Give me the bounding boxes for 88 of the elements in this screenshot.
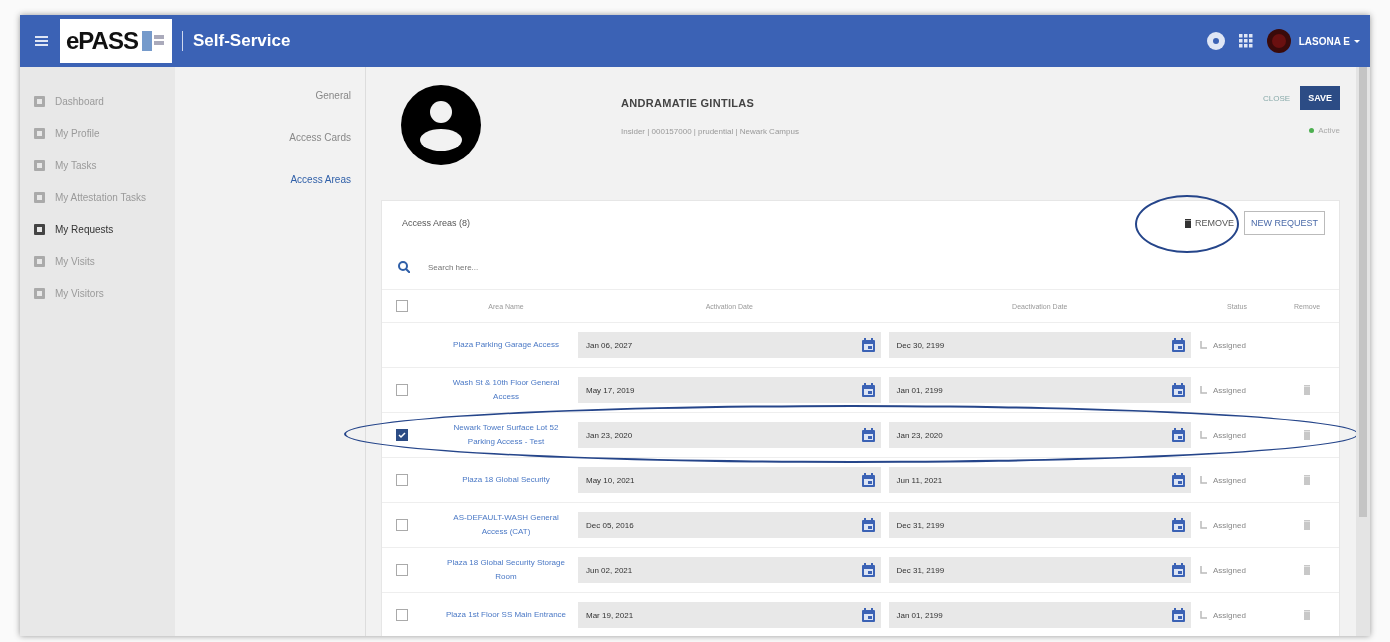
status-icon: [1199, 611, 1207, 619]
area-name-link[interactable]: Plaza 18 Global Security Storage Room: [442, 556, 570, 584]
row-checkbox[interactable]: [396, 384, 408, 396]
status-dot: [1309, 128, 1315, 133]
calendar-icon[interactable]: [1172, 608, 1185, 622]
search-icon: [398, 261, 410, 273]
person-name: ANDRAMATIE GINTILAS: [621, 97, 756, 109]
date-field[interactable]: May 10, 2021: [578, 467, 881, 493]
status-text: Assigned: [1213, 520, 1246, 530]
save-button[interactable]: SAVE: [1300, 86, 1340, 110]
logo: ePASS: [60, 19, 172, 63]
help-icon[interactable]: [1206, 32, 1225, 50]
status-text: Assigned: [1213, 430, 1246, 440]
row-checkbox[interactable]: [396, 429, 408, 441]
user-name[interactable]: LASONA E: [1298, 35, 1350, 47]
row-checkbox[interactable]: [396, 519, 408, 531]
remove-button[interactable]: REMOVE: [1178, 214, 1240, 232]
area-name-link[interactable]: AS-DEFAULT-WASH General Access (CAT): [442, 511, 570, 539]
calendar-icon[interactable]: [861, 428, 875, 442]
menu-item-icon: [34, 95, 45, 107]
person-details: Insider | 000157000 | prudential | Newark Campus: [621, 127, 799, 136]
menu-item-icon: [34, 159, 45, 171]
date-field[interactable]: Jun 02, 2021: [578, 557, 881, 583]
sidebar-item[interactable]: My Requests: [20, 213, 175, 245]
menu-item-icon: [34, 287, 45, 299]
trash-icon: [1184, 218, 1191, 228]
date-field[interactable]: Jan 06, 2027: [578, 332, 881, 358]
area-name-link[interactable]: Plaza 1st Floor SS Main Entrance: [442, 608, 570, 622]
row-checkbox[interactable]: [396, 609, 408, 621]
profile-tab[interactable]: General: [301, 89, 365, 131]
calendar-icon[interactable]: [861, 473, 875, 487]
app-title: Self-Service: [193, 31, 291, 51]
calendar-icon[interactable]: [1172, 518, 1185, 532]
date-field[interactable]: Dec 30, 2199: [888, 332, 1191, 358]
calendar-icon[interactable]: [861, 608, 875, 622]
status-icon: [1199, 386, 1207, 394]
status-icon: [1199, 476, 1207, 484]
menu-icon[interactable]: [35, 35, 48, 47]
calendar-icon[interactable]: [1172, 383, 1185, 397]
calendar-icon[interactable]: [861, 383, 875, 397]
date-field[interactable]: Dec 05, 2016: [578, 512, 881, 538]
new-request-button[interactable]: NEW REQUEST: [1244, 211, 1325, 235]
date-field[interactable]: Jan 01, 2199: [888, 377, 1191, 403]
section-title: Access Areas (8): [402, 218, 471, 228]
status-text: Assigned: [1213, 610, 1246, 620]
select-all-checkbox[interactable]: [396, 300, 408, 312]
status-text: Assigned: [1213, 475, 1246, 485]
row-checkbox[interactable]: [396, 474, 408, 486]
date-field[interactable]: Jan 23, 2020: [578, 422, 881, 448]
date-field[interactable]: Jan 01, 2199: [888, 602, 1191, 628]
menu-item-icon: [34, 191, 45, 203]
status-icon: [1199, 566, 1207, 574]
date-field[interactable]: Mar 19, 2021: [578, 602, 881, 628]
area-name-link[interactable]: Plaza 18 Global Security: [442, 473, 570, 487]
date-field[interactable]: Dec 31, 2199: [888, 512, 1191, 538]
calendar-icon[interactable]: [861, 563, 875, 577]
calendar-icon[interactable]: [861, 518, 875, 532]
status-text: Assigned: [1213, 565, 1246, 575]
profile-tab[interactable]: Access Cards: [275, 131, 365, 173]
status-label: Active: [1318, 126, 1340, 135]
status-text: Assigned: [1213, 385, 1246, 395]
calendar-icon[interactable]: [1172, 338, 1185, 352]
status-icon: [1199, 431, 1207, 439]
scrollbar[interactable]: [1356, 67, 1370, 636]
row-checkbox[interactable]: [396, 564, 408, 576]
calendar-icon[interactable]: [1172, 428, 1185, 442]
calendar-icon[interactable]: [1172, 473, 1185, 487]
logo-mark-icon: [141, 29, 164, 53]
area-name-link[interactable]: Plaza Parking Garage Access: [442, 338, 570, 352]
status-icon: [1199, 521, 1207, 529]
area-name-link[interactable]: Wash St & 10th Floor General Access: [442, 376, 570, 404]
menu-item-icon: [34, 255, 45, 267]
apps-grid-icon[interactable]: [1238, 34, 1253, 48]
avatar-icon[interactable]: [1266, 29, 1291, 53]
date-field[interactable]: Dec 31, 2199: [888, 557, 1191, 583]
area-name-link[interactable]: Newark Tower Surface Lot 52 Parking Access - Test: [442, 421, 570, 449]
menu-item-icon: [34, 127, 45, 139]
caret-icon: [1354, 39, 1360, 43]
profile-tab[interactable]: Access Areas: [276, 173, 365, 215]
date-field[interactable]: Jun 11, 2021: [888, 467, 1191, 493]
profile-avatar-icon: [401, 85, 481, 165]
menu-item-icon: [34, 223, 45, 235]
calendar-icon[interactable]: [861, 338, 875, 352]
calendar-icon[interactable]: [1172, 563, 1185, 577]
status-text: Assigned: [1213, 340, 1246, 350]
date-field[interactable]: May 17, 2019: [578, 377, 881, 403]
status-icon: [1199, 341, 1207, 349]
date-field[interactable]: Jan 23, 2020: [888, 422, 1191, 448]
